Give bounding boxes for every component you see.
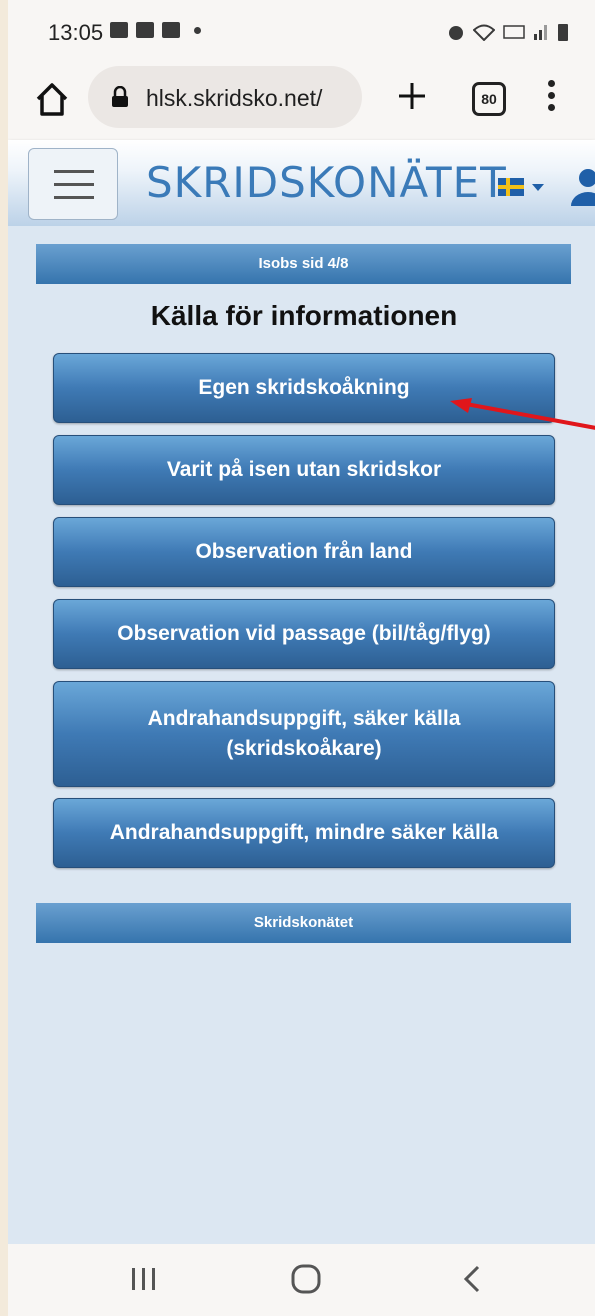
option-label: Egen skridskoåkning (198, 375, 410, 399)
volte-icon (503, 25, 525, 39)
option-label: Andrahandsuppgift, säker källa (skridsko… (147, 706, 461, 760)
main-content: Isobs sid 4/8 Källa för informationen Eg… (8, 226, 595, 1244)
wifi-icon (473, 24, 495, 41)
phone-screen: 13:05 hlsk.skridsko.net/ 80 SKRIDSKONÄTE… (8, 0, 595, 1316)
system-icons (447, 22, 569, 42)
status-bar: 13:05 (8, 0, 595, 62)
option-on-ice-without-skates-button[interactable]: Varit på isen utan skridskor (53, 435, 555, 505)
browser-toolbar: hlsk.skridsko.net/ 80 (8, 62, 595, 141)
hamburger-menu-button[interactable] (28, 148, 118, 220)
url-text[interactable]: hlsk.skridsko.net/ (146, 85, 356, 112)
option-label: Observation vid passage (bil/tåg/flyg) (117, 621, 491, 645)
home-nav-icon[interactable] (286, 1264, 326, 1294)
browser-menu-icon[interactable] (546, 80, 556, 116)
notification-calendar-icon (162, 22, 180, 38)
address-bar[interactable]: hlsk.skridsko.net/ (88, 66, 362, 128)
signal-icon (534, 25, 547, 40)
battery-icon (558, 24, 568, 41)
swedish-flag-icon[interactable] (498, 178, 524, 196)
page-indicator-band: Isobs sid 4/8 (36, 244, 571, 284)
alarm-icon (449, 26, 463, 40)
option-observation-passage-button[interactable]: Observation vid passage (bil/tåg/flyg) (53, 599, 555, 669)
status-time: 13:05 (48, 20, 104, 45)
option-label: Varit på isen utan skridskor (166, 457, 442, 481)
notification-dot-icon (194, 26, 201, 34)
language-dropdown-caret-icon[interactable] (532, 184, 544, 191)
back-nav-icon[interactable] (454, 1264, 494, 1294)
red-arrow-annotation (450, 398, 595, 430)
tab-switcher-button[interactable]: 80 (472, 82, 506, 116)
option-label: Observation från land (195, 539, 413, 563)
lock-icon[interactable] (110, 86, 130, 108)
option-secondhand-reliable-button[interactable]: Andrahandsuppgift, säker källa (skridsko… (53, 681, 555, 787)
site-logo[interactable]: SKRIDSKONÄTET (146, 158, 507, 207)
footer-band: Skridskonätet (36, 903, 571, 943)
notification-outlook-icon (136, 22, 154, 38)
android-nav-bar (8, 1244, 595, 1316)
user-icon[interactable] (568, 166, 595, 206)
notification-app-icon (110, 22, 128, 38)
home-icon[interactable] (32, 80, 72, 120)
option-label: Andrahandsuppgift, mindre säker källa (109, 820, 499, 844)
notification-icons (110, 22, 201, 38)
option-secondhand-less-reliable-button[interactable]: Andrahandsuppgift, mindre säker källa (53, 798, 555, 868)
page-title: Källa för informationen (150, 300, 458, 331)
site-header: SKRIDSKONÄTET (8, 140, 595, 226)
option-observation-from-land-button[interactable]: Observation från land (53, 517, 555, 587)
recent-apps-icon[interactable] (124, 1264, 164, 1294)
new-tab-icon[interactable] (396, 80, 428, 112)
